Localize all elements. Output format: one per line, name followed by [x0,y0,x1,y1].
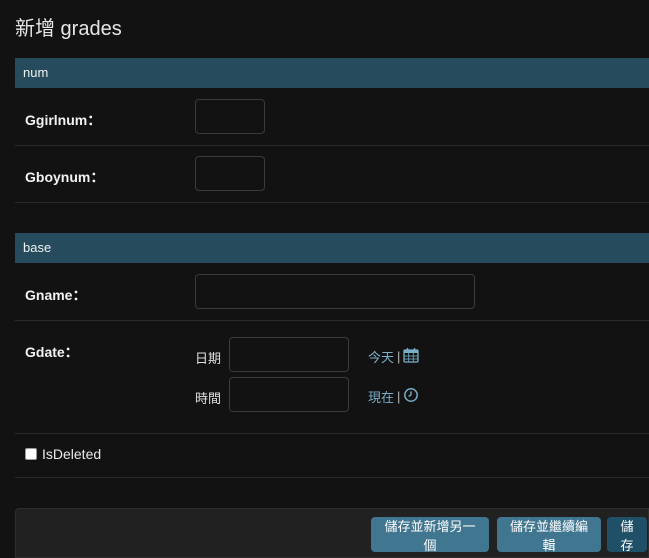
today-link[interactable]: 今天 [368,347,394,366]
gdate-label: Gdate： [25,344,79,360]
gboynum-input[interactable] [195,156,265,191]
save-and-continue-button[interactable]: 儲存並繼續編輯 [497,517,601,553]
date-shortcuts: 今天 | [368,347,420,366]
isdeleted-label[interactable]: IsDeleted [42,446,101,462]
form-row-gdate: Gdate： 日期 今天 | 時間 現在 | [15,321,649,434]
page-title: 新增 grades [15,18,122,40]
form-row-gboynum: Gboynum： [15,146,649,203]
clock-icon[interactable] [403,387,419,406]
now-link[interactable]: 現在 [368,387,394,406]
gboynum-label: Gboynum： [25,169,105,185]
gname-input[interactable] [195,274,475,309]
separator: | [397,349,401,364]
ggirlnum-input[interactable] [195,99,265,134]
fieldset-header-num: num [15,58,649,88]
separator: | [397,389,401,404]
save-and-add-another-button[interactable]: 儲存並新增另一個 [371,517,489,553]
ggirlnum-label: Ggirlnum： [25,112,102,128]
form-row-ggirlnum: Ggirlnum： [15,88,649,146]
submit-row: 儲存並新增另一個 儲存並繼續編輯 儲存 [15,508,649,558]
calendar-icon[interactable] [403,347,420,366]
time-label: 時間 [195,391,222,406]
isdeleted-checkbox[interactable] [25,448,37,460]
fieldset-header-base: base [15,233,649,263]
time-shortcuts: 現在 | [368,387,419,406]
date-input[interactable] [229,337,349,372]
save-button[interactable]: 儲存 [607,517,647,553]
date-label: 日期 [195,351,222,366]
form-row-gname: Gname： [15,263,649,321]
form-row-isdeleted: IsDeleted [15,434,649,478]
gname-label: Gname： [25,287,87,303]
time-input[interactable] [229,377,349,412]
